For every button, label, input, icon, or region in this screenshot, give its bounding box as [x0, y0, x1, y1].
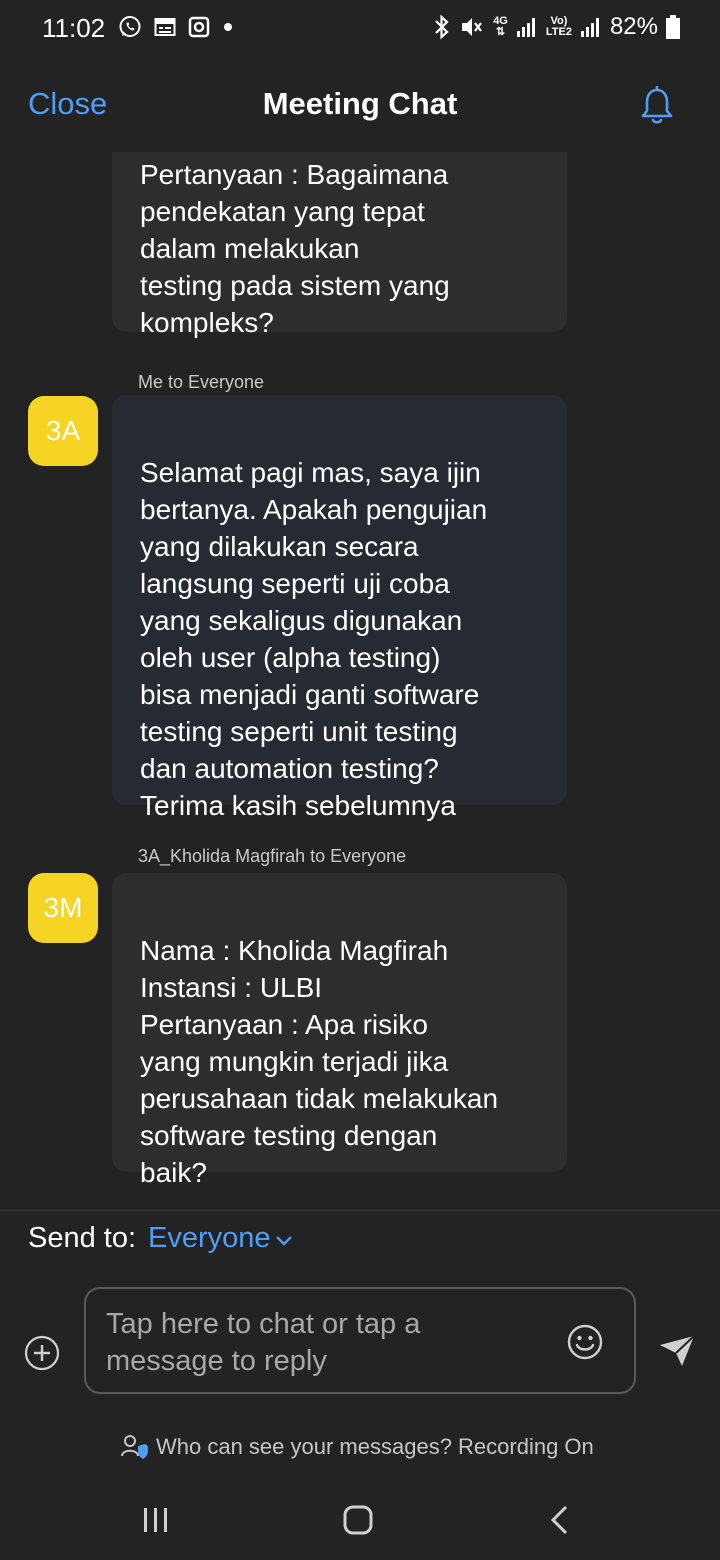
- chat-header: Close Meeting Chat: [0, 56, 720, 152]
- message-bubble[interactable]: Nama : Kholida Magfirah Instansi : ULBI …: [112, 873, 567, 1188]
- back-icon[interactable]: [548, 1504, 572, 1536]
- status-time: 11:02: [42, 13, 106, 43]
- calendar-icon: [154, 18, 176, 36]
- avatar: 3A: [28, 396, 98, 466]
- bell-icon[interactable]: [638, 86, 676, 126]
- mute-icon: [462, 18, 483, 36]
- send-icon[interactable]: [658, 1333, 696, 1369]
- send-to-label: Send to:: [28, 1222, 137, 1254]
- signal-icon-2: [580, 18, 599, 37]
- dot-icon: [224, 23, 232, 31]
- status-right: 4G ⇅ Vo) LTE2 82%: [433, 13, 680, 41]
- status-bar: 11:02 4G ⇅ Vo) LTE2 82%: [0, 0, 720, 56]
- plus-circle-icon[interactable]: [24, 1335, 60, 1371]
- message-bubble[interactable]: Selamat pagi mas, saya ijin bertanya. Ap…: [112, 395, 567, 821]
- avatar: 3M: [28, 873, 98, 943]
- message-text: Pertanyaan : Bagaimana pendekatan yang t…: [140, 159, 450, 338]
- network-type: 4G ⇅: [493, 15, 508, 38]
- chevron-down-icon[interactable]: [275, 1235, 293, 1247]
- signal-icon: [516, 18, 535, 37]
- chat-messages[interactable]: Pertanyaan : Bagaimana pendekatan yang t…: [0, 152, 720, 1210]
- chat-input[interactable]: Tap here to chat or tap a message to rep…: [84, 1287, 636, 1394]
- message-text: Selamat pagi mas, saya ijin bertanya. Ap…: [140, 457, 488, 821]
- notification-icons: [118, 15, 234, 39]
- person-shield-icon: [121, 1435, 148, 1459]
- instagram-icon: [188, 16, 210, 38]
- chat-input-placeholder: Tap here to chat or tap a message to rep…: [106, 1308, 421, 1377]
- home-icon[interactable]: [342, 1504, 374, 1536]
- message-sender: Me to Everyone: [138, 372, 265, 392]
- send-to-selector[interactable]: Send to: Everyone: [28, 1222, 293, 1255]
- recents-icon[interactable]: [142, 1506, 170, 1534]
- page-title: Meeting Chat: [262, 86, 458, 121]
- battery-icon: [666, 15, 680, 39]
- battery-percent: 82%: [609, 13, 658, 40]
- privacy-note[interactable]: Who can see your messages? Recording On: [120, 1434, 594, 1460]
- recipient-dropdown[interactable]: Everyone: [148, 1222, 271, 1255]
- privacy-text: Who can see your messages? Recording On: [156, 1434, 594, 1459]
- message-bubble[interactable]: Pertanyaan : Bagaimana pendekatan yang t…: [112, 152, 567, 338]
- volte-indicator: Vo) LTE2: [545, 15, 572, 38]
- message-text: Nama : Kholida Magfirah Instansi : ULBI …: [140, 935, 499, 1188]
- message-sender: 3A_Kholida Magfirah to Everyone: [138, 846, 407, 866]
- composer-divider: [0, 1210, 720, 1211]
- bluetooth-icon: [435, 14, 449, 40]
- whatsapp-icon: [119, 16, 141, 37]
- emoji-icon[interactable]: [566, 1323, 604, 1361]
- system-navbar: [0, 1480, 720, 1560]
